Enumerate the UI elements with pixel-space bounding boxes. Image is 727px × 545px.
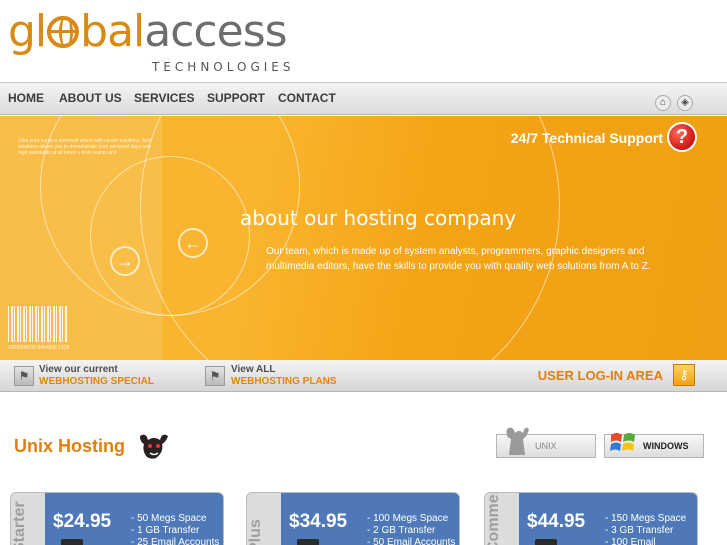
unix-toggle-button[interactable]: UNIX xyxy=(496,427,596,458)
nav-services[interactable]: SERVICES xyxy=(134,91,194,105)
key-icon[interactable]: ⚷ xyxy=(673,364,695,386)
plan-feature: - 3 GB Transfer xyxy=(605,525,674,536)
plan-feature: - 50 Megs Space xyxy=(131,513,207,524)
plan-feature: - 100 Email Accounts xyxy=(605,537,656,545)
logo-tagline: TECHNOLOGIES xyxy=(152,60,295,74)
server-icon xyxy=(297,539,319,545)
question-icon[interactable]: ? xyxy=(667,122,697,152)
windows-label: WINDOWS xyxy=(643,441,689,451)
special-line2: WEBHOSTING SPECIAL xyxy=(39,376,155,387)
support-label[interactable]: 24/7 Technical Support xyxy=(511,130,663,146)
nav-support[interactable]: SUPPORT xyxy=(207,91,265,105)
windows-toggle-button[interactable]: WINDOWS xyxy=(604,433,704,458)
logo-wordmark: gl balaccess xyxy=(8,6,288,57)
plan-price: $24.95 xyxy=(53,511,112,532)
home-icon[interactable]: ⌂ xyxy=(655,95,671,111)
tag-icon: ⚑ xyxy=(14,366,34,386)
plan-features: - 100 Megs Space - 2 GB Transfer - 50 Em… xyxy=(367,513,455,545)
globe-icon xyxy=(47,16,80,48)
arrow-left-icon: ← xyxy=(178,228,208,258)
nav-about-us[interactable]: ABOUT US xyxy=(59,91,122,105)
plan-name: Plus xyxy=(247,519,264,545)
server-icon xyxy=(61,539,83,545)
plans-line2: WEBHOSTING PLANS xyxy=(231,376,337,387)
nav-contact[interactable]: CONTACT xyxy=(278,91,336,105)
plan-feature: - 50 Email Accounts xyxy=(367,537,456,545)
arrow-right-icon: → xyxy=(110,246,140,276)
plan-price: $34.95 xyxy=(289,511,348,532)
barcode-number: 1809900539 9454896 7318 xyxy=(8,345,70,351)
nav-utility-icons: ⌂ ◈ xyxy=(649,92,693,111)
plan-feature: - 100 Megs Space xyxy=(367,513,449,524)
banner-fine-print: Give your camp a technical which with ca… xyxy=(18,138,151,156)
windows-logo-icon xyxy=(610,433,635,451)
plan-price: $44.95 xyxy=(527,511,586,532)
barcode-graphic xyxy=(8,306,68,342)
hero-banner: Give your camp a technical which with ca… xyxy=(0,116,727,360)
quick-links-bar: ⚑ View our current WEBHOSTING SPECIAL ⚑ … xyxy=(0,360,727,392)
sitemap-icon[interactable]: ◈ xyxy=(677,95,693,111)
logo-text-bal: bal xyxy=(80,6,145,57)
unix-label: UNIX xyxy=(535,441,557,451)
special-line1: View our current xyxy=(39,364,118,375)
main-nav: HOME ABOUT US SERVICES SUPPORT CONTACT ⌂… xyxy=(0,82,727,115)
logo-text-access: access xyxy=(144,6,287,57)
plan-features: - 50 Megs Space - 1 GB Transfer - 25 Ema… xyxy=(131,513,219,545)
plan-card-starter[interactable]: Starter $24.95 - 50 Megs Space - 1 GB Tr… xyxy=(10,492,224,545)
plans-line1: View ALL xyxy=(231,364,276,375)
banner-body: Our team, which is made up of system ana… xyxy=(266,246,651,272)
nav-home[interactable]: HOME xyxy=(8,91,44,105)
server-icon xyxy=(535,539,557,545)
plan-name: Starter xyxy=(11,501,28,545)
plan-card-commerce[interactable]: Commerce $44.95 - 150 Megs Space - 3 GB … xyxy=(484,492,698,545)
bull-icon xyxy=(140,434,168,459)
plan-feature: - 25 Email Accounts xyxy=(131,537,220,545)
webhosting-plans-link[interactable]: View ALL WEBHOSTING PLANS xyxy=(231,364,337,388)
section-title: Unix Hosting xyxy=(14,436,125,456)
plan-feature: - 150 Megs Space xyxy=(605,513,687,524)
plan-feature: - 2 GB Transfer xyxy=(367,525,436,536)
page: gl balaccess TECHNOLOGIES HOME ABOUT US S… xyxy=(0,0,727,545)
plan-feature: - 1 GB Transfer xyxy=(131,525,200,536)
logo[interactable]: gl balaccess TECHNOLOGIES xyxy=(8,8,328,78)
plan-name: Commerce xyxy=(485,492,502,545)
unix-mascot-icon xyxy=(506,427,529,455)
plan-card-plus[interactable]: Plus $34.95 - 100 Megs Space - 2 GB Tran… xyxy=(246,492,460,545)
plan-features: - 150 Megs Space - 3 GB Transfer - 100 E… xyxy=(605,513,697,545)
logo-text-gl: gl xyxy=(8,6,47,57)
banner-title: about our hosting company xyxy=(240,206,517,230)
tag-icon: ⚑ xyxy=(205,366,225,386)
webhosting-special-link[interactable]: View our current WEBHOSTING SPECIAL xyxy=(39,364,154,388)
user-login-link[interactable]: USER LOG-IN AREA xyxy=(538,368,663,383)
